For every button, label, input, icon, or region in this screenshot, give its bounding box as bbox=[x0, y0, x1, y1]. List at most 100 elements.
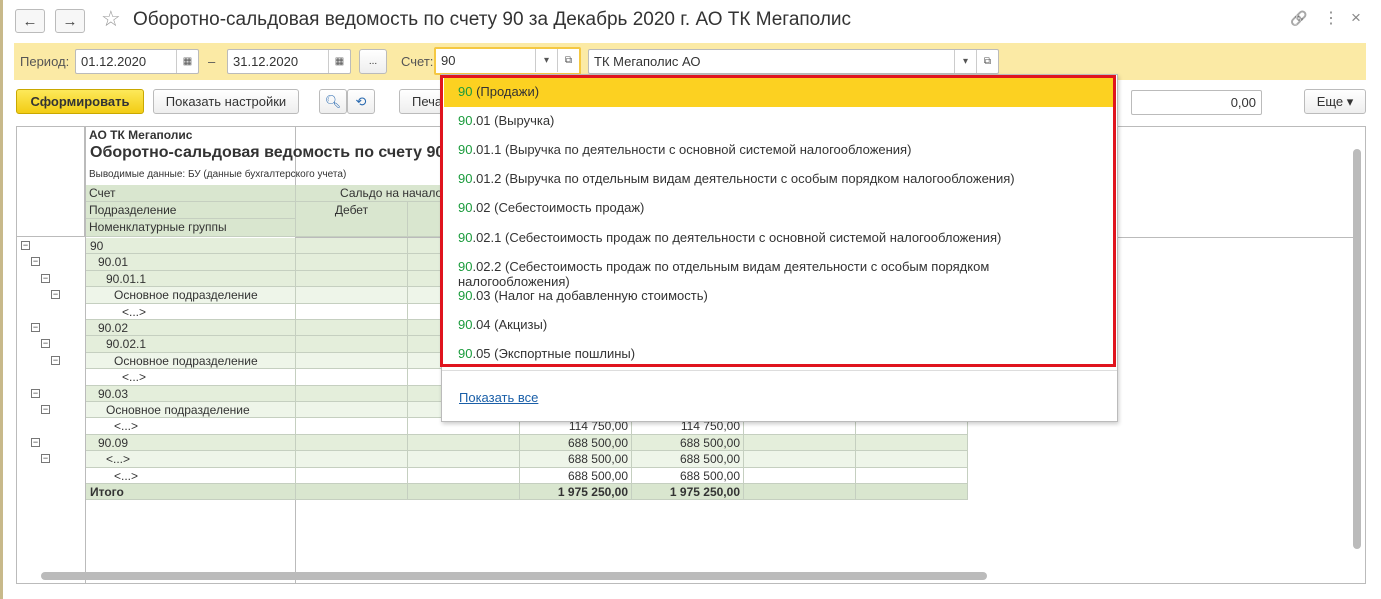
header-division: Подразделение bbox=[86, 202, 296, 219]
date-from-input[interactable]: 01.12.2020 ▦ bbox=[75, 49, 199, 74]
row-label: Основное подразделение bbox=[86, 352, 296, 370]
dropdown-item[interactable]: 90.03 (Налог на добавленную стоимость) bbox=[444, 282, 1113, 311]
period-select-button[interactable]: ... bbox=[359, 49, 387, 74]
dropdown-item[interactable]: 90.02.1 (Себестоимость продаж по деятель… bbox=[444, 224, 1113, 253]
open-icon[interactable]: ⧉ bbox=[976, 50, 998, 73]
value-cell: 688 500,00 bbox=[632, 451, 744, 468]
value-cell bbox=[408, 451, 520, 468]
close-icon[interactable]: × bbox=[1351, 8, 1361, 28]
row-label: 90.01.1 bbox=[86, 270, 296, 288]
date-to-value: 31.12.2020 bbox=[233, 54, 299, 69]
collapse-toggle[interactable]: − bbox=[51, 290, 60, 300]
collapse-toggle[interactable]: − bbox=[31, 257, 40, 267]
dropdown-item[interactable]: 90 (Продажи) bbox=[444, 78, 1113, 107]
open-icon[interactable]: ⧉ bbox=[557, 49, 579, 72]
account-code: 90 bbox=[458, 171, 473, 187]
vertical-scrollbar[interactable] bbox=[1353, 149, 1361, 549]
account-code: 90 bbox=[458, 345, 473, 361]
calendar-icon[interactable]: ▦ bbox=[328, 50, 350, 73]
value-cell bbox=[408, 434, 520, 452]
value-cell bbox=[856, 467, 968, 484]
value-cell bbox=[744, 467, 856, 484]
show-all-link[interactable]: Показать все bbox=[459, 390, 538, 405]
collapse-toggle[interactable]: − bbox=[31, 437, 40, 447]
account-dropdown: 90 (Продажи) 90.01 (Выручка) 90.01.1 (Выру… bbox=[441, 74, 1118, 422]
header-groups: Номенклатурные группы bbox=[86, 219, 296, 237]
search-icon: 🔍︎ bbox=[324, 93, 342, 109]
value-cell bbox=[856, 451, 968, 468]
collapse-toggle[interactable]: − bbox=[41, 405, 50, 414]
value-cell bbox=[296, 352, 408, 370]
row-label: Основное подразделение bbox=[86, 402, 296, 419]
value-cell bbox=[296, 336, 408, 353]
collapse-toggle[interactable]: − bbox=[31, 388, 40, 398]
value-cell: 688 500,00 bbox=[520, 451, 632, 468]
period-label: Период: bbox=[20, 54, 70, 69]
value-cell bbox=[296, 287, 408, 304]
account-code: 90 bbox=[458, 229, 473, 245]
account-description: .01.2 (Выручка по отдельным видам деятел… bbox=[472, 171, 1015, 187]
value-cell bbox=[744, 484, 856, 501]
dropdown-item[interactable]: 90.02.2 (Себестоимость продаж по отдельн… bbox=[444, 253, 1113, 289]
total-row-label: Итого bbox=[86, 484, 296, 501]
dropdown-item[interactable]: 90.01.1 (Выручка по деятельности с основ… bbox=[444, 136, 1113, 165]
dropdown-arrow-icon[interactable]: ▾ bbox=[535, 49, 557, 72]
dropdown-item[interactable]: 90.01.2 (Выручка по отдельным видам деят… bbox=[444, 165, 1113, 194]
collapse-toggle[interactable]: − bbox=[51, 355, 60, 365]
collapse-toggle[interactable]: − bbox=[41, 273, 50, 283]
account-code: 90 bbox=[458, 316, 473, 332]
forward-button[interactable]: → bbox=[55, 9, 85, 33]
value-cell: 1 975 250,00 bbox=[632, 484, 744, 501]
dropdown-item[interactable]: 90.05 (Экспортные пошлины) bbox=[444, 340, 1113, 369]
collapse-toggle[interactable]: − bbox=[31, 323, 40, 332]
dropdown-item[interactable]: 90.04 (Акцизы) bbox=[444, 311, 1113, 340]
period-dash: – bbox=[208, 54, 216, 69]
search-cancel-button[interactable]: ⟲ bbox=[347, 89, 375, 114]
row-label: 90 bbox=[86, 238, 296, 255]
value-cell: 688 500,00 bbox=[520, 434, 632, 452]
search-button[interactable]: 🔍︎ bbox=[319, 89, 347, 114]
value-cell bbox=[744, 434, 856, 452]
horizontal-scrollbar[interactable] bbox=[41, 572, 987, 580]
more-button[interactable]: Еще ▾ bbox=[1304, 89, 1366, 114]
back-button[interactable]: ← bbox=[15, 9, 45, 33]
value-cell bbox=[296, 484, 408, 501]
star-icon[interactable]: ☆ bbox=[101, 6, 121, 32]
value-cell bbox=[408, 484, 520, 501]
value-cell bbox=[296, 434, 408, 452]
sum-field: 0,00 bbox=[1131, 90, 1262, 115]
value-cell bbox=[856, 484, 968, 501]
value-cell bbox=[296, 320, 408, 337]
dropdown-arrow-icon[interactable]: ▾ bbox=[954, 50, 976, 73]
account-code: 90 bbox=[458, 200, 473, 216]
collapse-toggle[interactable]: − bbox=[41, 454, 50, 464]
row-label: Основное подразделение bbox=[86, 287, 296, 304]
row-label: 90.02.1 bbox=[86, 336, 296, 353]
value-cell: 688 500,00 bbox=[520, 467, 632, 484]
row-label: 90.03 bbox=[86, 385, 296, 402]
show-settings-button[interactable]: Показать настройки bbox=[153, 89, 299, 114]
organization-value: ТК Мегаполис АО bbox=[594, 54, 701, 69]
calendar-icon[interactable]: ▦ bbox=[176, 50, 198, 73]
header-debit: Дебет bbox=[296, 202, 408, 237]
organization-input[interactable]: ТК Мегаполис АО ▾ ⧉ bbox=[588, 49, 999, 74]
dropdown-item[interactable]: 90.02 (Себестоимость продаж) bbox=[444, 194, 1113, 223]
account-input[interactable]: 90 ▾ ⧉ bbox=[434, 47, 581, 75]
value-cell bbox=[296, 451, 408, 468]
collapse-toggle[interactable]: − bbox=[21, 241, 30, 250]
account-code: 90 bbox=[458, 84, 473, 99]
row-label: 90.01 bbox=[86, 254, 296, 271]
account-description: .02 (Себестоимость продаж) bbox=[472, 200, 645, 216]
more-icon[interactable]: ⋮ bbox=[1323, 8, 1339, 28]
report-output: Выводимые данные: БУ (данные бухгалтерск… bbox=[89, 169, 347, 180]
collapse-toggle[interactable]: − bbox=[41, 339, 50, 349]
value-cell bbox=[296, 270, 408, 288]
row-label: <...> bbox=[86, 467, 296, 484]
date-to-input[interactable]: 31.12.2020 ▦ bbox=[227, 49, 351, 74]
generate-button[interactable]: Сформировать bbox=[16, 89, 144, 114]
link-icon[interactable]: 🔗 bbox=[1290, 10, 1307, 27]
account-code: 90 bbox=[458, 258, 473, 274]
header-account: Счет bbox=[86, 185, 296, 202]
dropdown-item[interactable]: 90.01 (Выручка) bbox=[444, 107, 1113, 136]
window-title: Оборотно-сальдовая ведомость по счету 90… bbox=[133, 9, 852, 30]
